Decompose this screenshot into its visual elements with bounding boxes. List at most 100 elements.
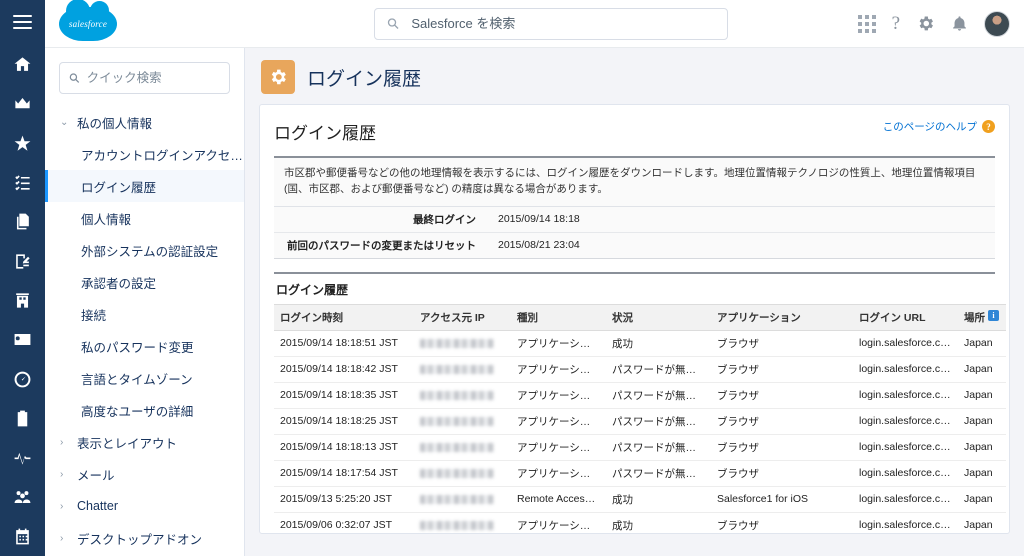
sidebar-item-12[interactable]: › Chatter xyxy=(45,490,244,522)
column-header-url[interactable]: ログイン URL xyxy=(853,303,958,331)
cell-time: 2015/09/14 18:17:54 JST xyxy=(274,460,414,487)
redacted-ip xyxy=(420,494,494,504)
cell-url: login.salesforce.com xyxy=(853,356,958,383)
checklist-icon[interactable] xyxy=(0,163,45,202)
setup-sidebar: ⌄ 私の個人情報アカウントログインアクセス... ログイン履歴個人情報外部システムの… xyxy=(45,48,245,556)
crown-icon[interactable] xyxy=(0,84,45,123)
cell-time: 2015/09/14 18:18:42 JST xyxy=(274,356,414,383)
page-help-link[interactable]: このページのヘルプ ? xyxy=(883,119,995,134)
cell-time: 2015/09/13 5:25:20 JST xyxy=(274,486,414,513)
redacted-ip xyxy=(420,468,494,478)
avatar[interactable] xyxy=(984,10,1010,37)
documents-icon[interactable] xyxy=(0,202,45,241)
column-header-location[interactable]: 場所 i xyxy=(958,303,1006,331)
sidebar-item-label: 表示とレイアウト xyxy=(77,436,178,451)
meta-row: 前回のパスワードの変更またはリセット 2015/08/21 23:04 xyxy=(274,232,995,258)
horizontal-scrollbar[interactable] xyxy=(260,527,1009,533)
cell-status: 成功 xyxy=(606,486,711,513)
sidebar-item-10[interactable]: › 表示とレイアウト xyxy=(45,426,244,458)
global-search-box[interactable] xyxy=(374,7,729,40)
quick-search-input[interactable] xyxy=(86,71,220,85)
app-launcher-icon[interactable] xyxy=(857,14,876,33)
speedometer-icon[interactable] xyxy=(0,359,45,398)
redacted-ip xyxy=(420,338,494,348)
cell-location: Japan xyxy=(958,486,1006,513)
cell-status: 成功 xyxy=(606,330,711,357)
column-header-ip[interactable]: アクセス元 IP xyxy=(414,303,511,331)
cell-status: パスワードが無効です xyxy=(606,408,711,435)
sidebar-item-0[interactable]: ⌄ 私の個人情報 xyxy=(45,106,244,138)
top-bar: salesforce ? xyxy=(45,0,1024,48)
sidebar-item-8[interactable]: 言語とタイムゾーン xyxy=(45,362,244,394)
home-icon[interactable] xyxy=(0,45,45,84)
login-history-card: ログイン履歴 このページのヘルプ ? 市区郡や郵便番号などの他の地理情報を表示す… xyxy=(259,104,1010,534)
sidebar-item-2[interactable]: ログイン履歴 xyxy=(45,170,244,202)
sidebar-item-1[interactable]: アカウントログインアクセス... xyxy=(45,138,244,170)
sidebar-item-label: 個人情報 xyxy=(81,212,132,227)
help-icon[interactable]: ? xyxy=(892,14,900,33)
cell-time: 2015/09/14 18:18:13 JST xyxy=(274,434,414,461)
cell-type: アプリケーション xyxy=(511,408,606,435)
column-header-time[interactable]: ログイン時刻 xyxy=(274,303,414,331)
salesforce-cloud-icon: salesforce xyxy=(59,0,117,41)
info-icon[interactable]: i xyxy=(988,309,999,321)
cell-url: login.salesforce.com xyxy=(853,460,958,487)
login-history-section-title: ログイン履歴 xyxy=(274,271,995,304)
salesforce-setup-page: salesforce ? ⌄私の個人情報アカウントログインアクセス. xyxy=(0,0,1024,556)
sidebar-item-4[interactable]: 外部システムの認証設定 xyxy=(45,234,244,266)
contact-card-icon[interactable] xyxy=(0,320,45,359)
sidebar-item-label: 承認者の設定 xyxy=(81,276,157,291)
redacted-ip xyxy=(420,442,494,452)
top-bar-actions: ? xyxy=(857,10,1024,37)
clipboard-chart-icon[interactable] xyxy=(0,399,45,438)
quick-search-box[interactable] xyxy=(59,62,230,94)
help-link-label: このページのヘルプ xyxy=(882,121,977,133)
sidebar-item-11[interactable]: › メール xyxy=(45,458,244,490)
cell-time: 2015/09/14 18:18:51 JST xyxy=(274,330,414,357)
edit-document-icon[interactable] xyxy=(0,241,45,280)
calendar-icon[interactable] xyxy=(0,517,45,556)
redacted-ip xyxy=(420,364,494,374)
sidebar-item-6[interactable]: 接続 xyxy=(45,298,244,330)
search-input[interactable] xyxy=(411,16,716,31)
cell-ip xyxy=(414,460,511,487)
cell-ip xyxy=(414,330,511,357)
sidebar-item-label: ログイン履歴 xyxy=(81,180,157,195)
sidebar-item-label: 言語とタイムゾーン xyxy=(81,372,193,387)
cell-status: パスワードが無効です xyxy=(606,434,711,461)
chevron-right-icon: › xyxy=(60,500,64,512)
sidebar-item-label: デスクトップアドオン xyxy=(77,532,203,547)
table-row: 2015/09/14 18:18:42 JST アプリケーション パスワードが無効で… xyxy=(274,356,1006,383)
cell-ip xyxy=(414,408,511,435)
salesforce-logo[interactable]: salesforce xyxy=(45,0,245,41)
column-header-app[interactable]: アプリケーション xyxy=(711,303,853,331)
cell-type: アプリケーション xyxy=(511,330,606,357)
column-header-type[interactable]: 種別 xyxy=(511,303,606,331)
building-icon[interactable] xyxy=(0,281,45,320)
page-title: ログイン履歴 xyxy=(307,68,422,90)
setup-gear-icon[interactable] xyxy=(916,14,935,33)
sidebar-item-5[interactable]: 承認者の設定 xyxy=(45,266,244,298)
star-icon[interactable] xyxy=(0,124,45,163)
cell-type: アプリケーション xyxy=(511,356,606,383)
page-header: ログイン履歴 xyxy=(261,60,1010,94)
sidebar-item-13[interactable]: › デスクトップアドオン xyxy=(45,522,244,554)
column-header-status[interactable]: 状況 xyxy=(606,303,711,331)
chevron-right-icon: › xyxy=(60,436,64,448)
cell-type: アプリケーション xyxy=(511,434,606,461)
cell-url: login.salesforce.com xyxy=(853,382,958,409)
setup-gear-icon xyxy=(261,60,295,94)
people-group-icon[interactable] xyxy=(0,477,45,516)
hamburger-icon xyxy=(13,11,32,33)
cell-app: ブラウザ xyxy=(711,434,853,461)
cell-ip xyxy=(414,382,511,409)
sidebar-item-3[interactable]: 個人情報 xyxy=(45,202,244,234)
cell-location: Japan xyxy=(958,382,1006,409)
left-icon-rail xyxy=(0,0,45,556)
cell-app: ブラウザ xyxy=(711,356,853,383)
activity-pulse-icon[interactable] xyxy=(0,438,45,477)
notifications-bell-icon[interactable] xyxy=(951,15,968,32)
hamburger-menu-button[interactable] xyxy=(0,0,45,45)
sidebar-item-7[interactable]: 私のパスワード変更 xyxy=(45,330,244,362)
sidebar-item-9[interactable]: 高度なユーザの詳細 xyxy=(45,394,244,426)
